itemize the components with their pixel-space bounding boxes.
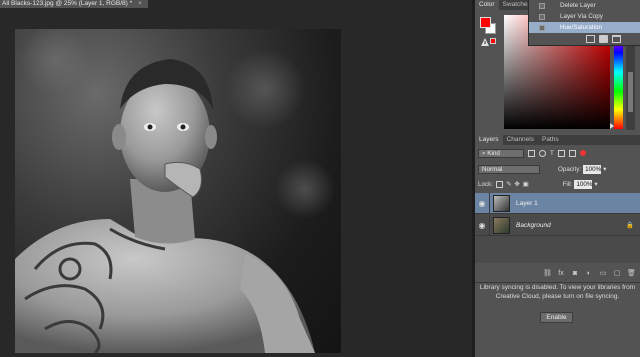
shape-filter-icon[interactable] (557, 149, 565, 157)
lock-image-pixels-icon[interactable]: ✎ (506, 181, 511, 188)
adjustment-filter-icon[interactable] (539, 149, 546, 157)
adjustment-icon[interactable]: ◐ (585, 270, 593, 277)
document-workspace (0, 8, 472, 357)
lock-label: Lock: (478, 180, 494, 188)
opacity-input[interactable]: 100% (583, 164, 601, 174)
lock-icon: 🔒 (626, 222, 634, 229)
layers-panel: Layers Channels Paths ⌕ Kind T Normal Op… (475, 135, 640, 280)
tab-paths[interactable]: Paths (538, 135, 563, 145)
libraries-panel: Library syncing is disabled. To view you… (475, 282, 640, 357)
history-state-icon (539, 13, 545, 20)
layer-row-layer-1[interactable]: ◉ Layer 1 (475, 192, 640, 214)
filter-kind-select[interactable]: ⌕ Kind (478, 148, 524, 158)
document-tab-title: All Blacks-123.jpg @ 25% (Layer 1, RGB/8… (2, 0, 133, 7)
history-item-delete-layer[interactable]: Delete Layer (529, 0, 640, 11)
layer-filter-row: ⌕ Kind T (478, 148, 637, 158)
visibility-eye-icon[interactable]: ◉ (475, 199, 489, 208)
history-item-label: Hue/Saturation (560, 24, 603, 31)
history-item-layer-via-copy[interactable]: Layer Via Copy (529, 11, 640, 22)
lock-transparency-icon[interactable] (496, 180, 504, 188)
trash-icon[interactable] (612, 35, 621, 43)
history-state-icon (539, 24, 545, 31)
filter-toggle-icon[interactable] (579, 150, 586, 156)
enable-button[interactable]: Enable (540, 312, 573, 323)
lock-position-icon[interactable]: ✥ (514, 181, 519, 188)
layers-footer: ⛓ fx ◙ ◐ ▭ ▢ 🗑 (475, 267, 640, 279)
smart-object-filter-icon[interactable] (568, 149, 576, 157)
blend-mode-select[interactable]: Normal (478, 164, 540, 174)
mask-icon[interactable]: ◙ (571, 270, 579, 277)
tab-channels[interactable]: Channels (503, 135, 538, 145)
history-item-hue-saturation[interactable]: Hue/Saturation (529, 22, 640, 33)
blend-row: Normal Opacity: 100% ▾ (478, 163, 637, 175)
layer-row-background[interactable]: ◉ Background 🔒 (475, 214, 640, 236)
visibility-eye-icon[interactable]: ◉ (475, 221, 489, 230)
tab-color[interactable]: Color (475, 0, 499, 10)
fill-label: Fill: (562, 180, 573, 188)
layer-list: ◉ Layer 1 ◉ Background 🔒 (475, 192, 640, 263)
folder-icon[interactable]: ▭ (599, 269, 607, 277)
fill-input[interactable]: 100% (574, 179, 592, 189)
document-tab[interactable]: All Blacks-123.jpg @ 25% (Layer 1, RGB/8… (0, 0, 148, 8)
new-document-from-state-icon[interactable] (586, 35, 595, 43)
type-filter-icon[interactable]: T (550, 150, 554, 157)
web-safe-color-swatch[interactable] (490, 38, 496, 44)
image-canvas[interactable] (15, 29, 341, 353)
link-icon[interactable]: ⛓ (543, 269, 552, 277)
history-item-label: Delete Layer (560, 2, 596, 9)
hue-slider-handle[interactable] (610, 123, 614, 129)
photo-illustration (15, 29, 335, 353)
lock-all-icon[interactable]: ▣ (523, 181, 529, 188)
right-dock: Color Swatches Layers Channels Paths ⌕ K… (475, 0, 640, 357)
layers-panel-tabs: Layers Channels Paths (475, 135, 640, 145)
trash-icon[interactable]: 🗑 (627, 269, 636, 277)
filter-kind-value: Kind (487, 149, 500, 157)
new-layer-icon[interactable]: ▢ (613, 269, 621, 277)
layer-thumbnail (493, 194, 510, 212)
opacity-dropdown-icon[interactable]: ▾ (603, 166, 606, 173)
camera-icon[interactable] (599, 35, 608, 43)
close-tab-icon[interactable]: × (138, 0, 142, 7)
history-popup: Delete Layer Layer Via Copy Hue/Saturati… (528, 0, 640, 46)
layer-name[interactable]: Layer 1 (516, 200, 538, 207)
history-state-icon (539, 2, 545, 9)
history-item-label: Layer Via Copy (560, 13, 603, 20)
layer-name[interactable]: Background (516, 222, 551, 229)
history-buttons (586, 35, 621, 44)
lock-row: Lock: ✎ ✥ ▣ Fill: 100% ▾ (478, 178, 637, 190)
pixel-filter-icon[interactable] (528, 149, 535, 157)
layer-thumbnail (493, 216, 510, 234)
foreground-color-swatch[interactable] (480, 17, 491, 28)
fx-icon[interactable]: fx (557, 270, 565, 277)
fill-dropdown-icon[interactable]: ▾ (594, 181, 597, 188)
library-sync-message: Library syncing is disabled. To view you… (479, 284, 636, 300)
opacity-label: Opacity: (558, 165, 582, 173)
out-of-gamut-warning-icon[interactable] (481, 38, 489, 46)
tab-layers[interactable]: Layers (475, 135, 503, 145)
